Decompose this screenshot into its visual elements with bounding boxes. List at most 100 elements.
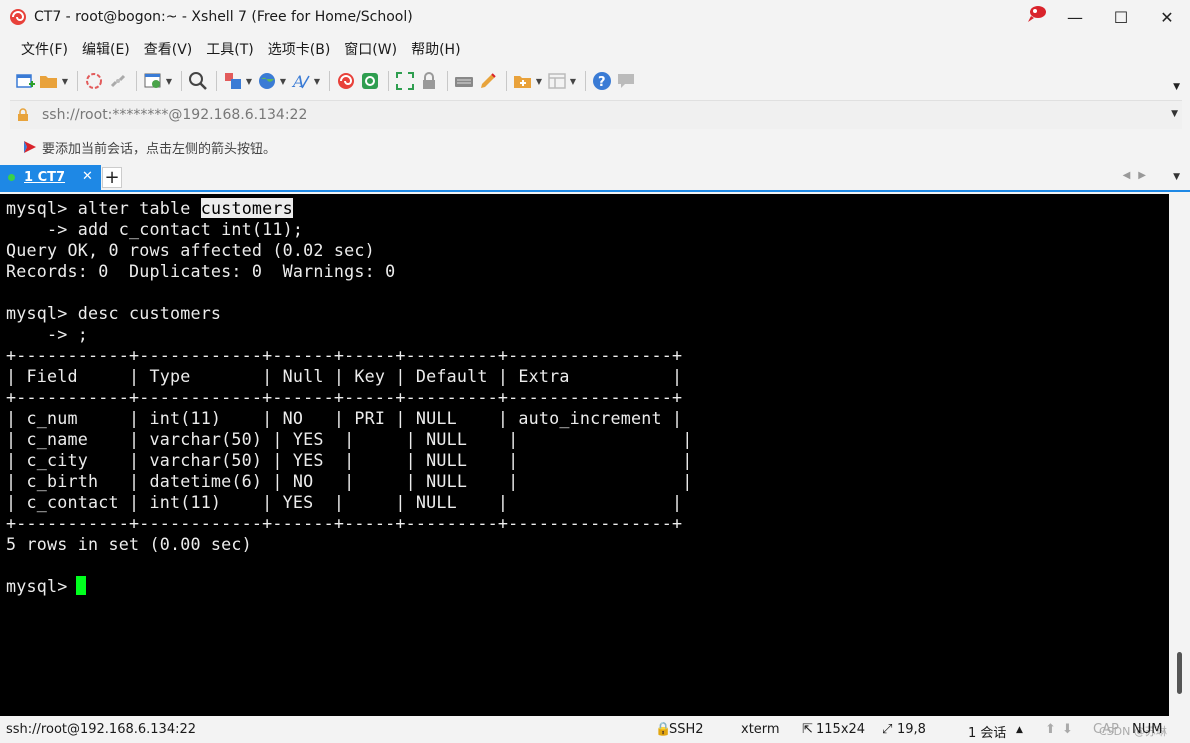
- menu-tools[interactable]: 工具(T): [199, 39, 260, 59]
- chevron-up-icon[interactable]: ▲: [1016, 725, 1023, 735]
- terminal-text: | c_contact | int(11) | YES | | NULL | |: [6, 492, 683, 512]
- window-title: CT7 - root@bogon:~ - Xshell 7 (Free for …: [34, 9, 413, 25]
- terminal-line: | c_city | varchar(50) | YES | | NULL | …: [6, 450, 693, 471]
- arrow-icon[interactable]: [22, 139, 38, 155]
- chevron-down-icon[interactable]: ▼: [244, 77, 254, 86]
- open-session-button[interactable]: ▼: [38, 68, 70, 94]
- terminal-line: | c_name | varchar(50) | YES | | NULL | …: [6, 429, 693, 450]
- resize-icon: ⇱: [802, 722, 813, 737]
- properties-button[interactable]: ▼: [142, 68, 174, 94]
- connected-status-icon: [8, 174, 15, 181]
- chevron-down-icon[interactable]: ▼: [534, 77, 544, 86]
- notification-icon[interactable]: [1025, 3, 1049, 27]
- selected-text: customers: [200, 198, 293, 218]
- lock-button[interactable]: [418, 68, 440, 94]
- tab-ct7[interactable]: 1 CT7 ✕: [0, 165, 101, 190]
- terminal-line: Records: 0 Duplicates: 0 Warnings: 0: [6, 261, 395, 282]
- menu-file[interactable]: 文件(F): [14, 39, 75, 59]
- reconnect-icon: [86, 73, 102, 89]
- terminal-line: | c_num | int(11) | NO | PRI | NULL | au…: [6, 408, 682, 429]
- terminal-text: +-----------+------------+------+-----+-…: [6, 513, 683, 533]
- arrow-up-icon[interactable]: ⬆: [1045, 722, 1056, 737]
- terminal-text: | c_num | int(11) | NO | PRI | NULL | au…: [6, 408, 683, 428]
- terminal-line: | Field | Type | Null | Key | Default | …: [6, 366, 682, 387]
- hint-bar: 要添加当前会话，点击左侧的箭头按钮。: [10, 132, 1182, 162]
- menu-view[interactable]: 查看(V): [137, 39, 200, 59]
- tab-bar: 1 CT7 ✕ + ◀▶ ▼: [0, 165, 1190, 192]
- chat-button[interactable]: [615, 68, 637, 94]
- disconnect-button[interactable]: [107, 68, 129, 94]
- terminal-line: | c_contact | int(11) | YES | | NULL | |: [6, 492, 682, 513]
- status-num: NUM: [1132, 722, 1163, 737]
- new-session-button[interactable]: [14, 68, 36, 94]
- chevron-down-icon[interactable]: ▼: [1173, 172, 1180, 182]
- chat-icon: [618, 74, 634, 88]
- lock-icon: [423, 72, 435, 89]
- chevron-down-icon[interactable]: ▼: [312, 77, 322, 86]
- minimize-button[interactable]: —: [1052, 0, 1098, 34]
- toolbar-divider: [181, 71, 182, 91]
- close-icon[interactable]: ✕: [82, 169, 93, 184]
- chevron-down-icon[interactable]: ▼: [1173, 82, 1180, 92]
- maximize-button[interactable]: ☐: [1098, 0, 1144, 34]
- disconnect-icon: [110, 74, 126, 88]
- globe-icon: [259, 73, 275, 89]
- terminal-text: Records: 0 Duplicates: 0 Warnings: 0: [6, 261, 396, 281]
- terminal-text: Query OK, 0 rows affected (0.02 sec): [6, 240, 375, 260]
- hint-text: 要添加当前会话，点击左侧的箭头按钮。: [42, 141, 277, 157]
- address-input[interactable]: [42, 107, 1142, 123]
- pen-icon: [481, 73, 496, 88]
- status-connection: ssh://root@192.168.6.134:22: [6, 722, 197, 737]
- menu-tabs[interactable]: 选项卡(B): [261, 39, 338, 59]
- menu-bar: 文件(F) 编辑(E) 查看(V) 工具(T) 选项卡(B) 窗口(W) 帮助(…: [0, 34, 1190, 64]
- terminal-line: 5 rows in set (0.00 sec): [6, 534, 252, 555]
- new-tab-button[interactable]: +: [102, 167, 122, 188]
- reconnect-button[interactable]: [83, 68, 105, 94]
- toolbar-divider: [585, 71, 586, 91]
- status-bar: ssh://root@192.168.6.134:22 🔒 SSH2 xterm…: [0, 716, 1190, 743]
- terminal-text: mysql>: [6, 576, 78, 596]
- toolbar-divider: [216, 71, 217, 91]
- fullscreen-button[interactable]: [394, 68, 416, 94]
- terminal-line: +-----------+------------+------+-----+-…: [6, 345, 682, 366]
- menu-window[interactable]: 窗口(W): [337, 39, 404, 59]
- arrow-down-icon[interactable]: ⬇: [1062, 722, 1073, 737]
- encoding-button[interactable]: ▼: [256, 68, 288, 94]
- menu-help[interactable]: 帮助(H): [404, 39, 467, 59]
- xshell-icon: [338, 73, 354, 89]
- tile-button[interactable]: ▼: [546, 68, 578, 94]
- lock-icon: [18, 108, 28, 121]
- chevron-down-icon[interactable]: ▼: [568, 77, 578, 86]
- terminal-scrollbar[interactable]: [1169, 194, 1190, 716]
- chevron-down-icon[interactable]: ▼: [1171, 109, 1178, 119]
- terminal-text: | c_birth | datetime(6) | NO | | NULL | …: [6, 471, 693, 491]
- toolbar-divider: [77, 71, 78, 91]
- menu-edit[interactable]: 编辑(E): [75, 39, 137, 59]
- layout-button[interactable]: ▼: [222, 68, 254, 94]
- keyboard-button[interactable]: [453, 68, 475, 94]
- help-button[interactable]: ?: [591, 68, 613, 94]
- tab-scroll-arrows-icon[interactable]: ◀▶: [1123, 170, 1154, 181]
- xshell-button[interactable]: [335, 68, 357, 94]
- scrollbar-thumb[interactable]: [1177, 652, 1182, 694]
- terminal-line: Query OK, 0 rows affected (0.02 sec): [6, 240, 375, 261]
- chevron-down-icon[interactable]: ▼: [278, 77, 288, 86]
- tab-label: 1 CT7: [24, 170, 66, 185]
- close-button[interactable]: ✕: [1144, 0, 1190, 34]
- terminal-text: -> ;: [6, 324, 88, 344]
- status-size: 115x24: [816, 722, 866, 737]
- find-button[interactable]: [187, 68, 209, 94]
- highlight-button[interactable]: [477, 68, 499, 94]
- status-sessions[interactable]: 1 会话: [968, 722, 1006, 741]
- terminal-line: -> ;: [6, 324, 88, 345]
- toolbar-divider: [388, 71, 389, 91]
- chevron-down-icon[interactable]: ▼: [60, 77, 70, 86]
- terminal-cursor: [76, 576, 86, 595]
- font-button[interactable]: A ▼: [290, 68, 322, 94]
- terminal-text: 5 rows in set (0.00 sec): [6, 534, 252, 554]
- xftp-icon: [362, 73, 378, 89]
- new-tab-group-button[interactable]: ▼: [512, 68, 544, 94]
- chevron-down-icon[interactable]: ▼: [164, 77, 174, 86]
- xftp-button[interactable]: [359, 68, 381, 94]
- terminal-output[interactable]: mysql> alter table customers -> add c_co…: [0, 194, 1169, 716]
